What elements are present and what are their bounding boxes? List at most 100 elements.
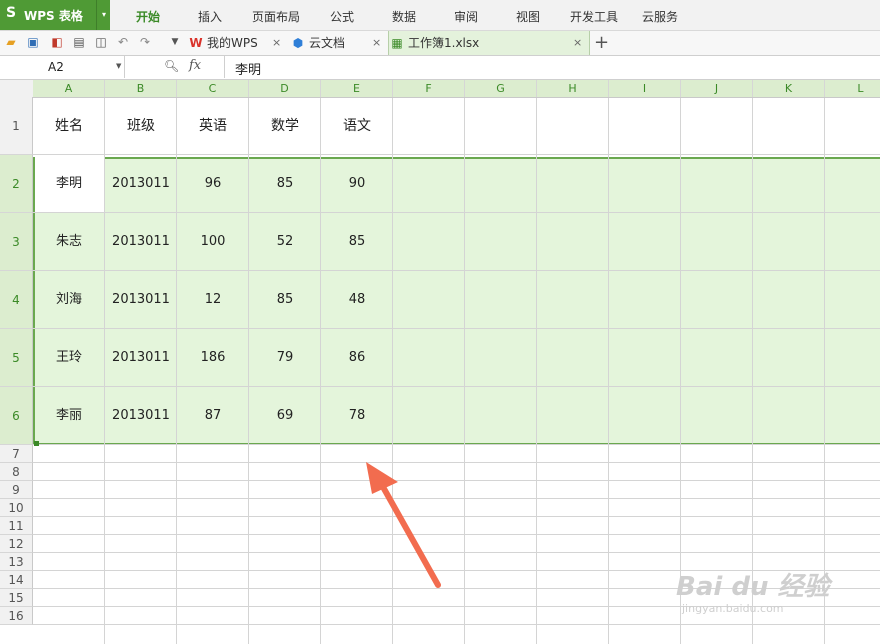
formula-input[interactable]: 李明	[224, 56, 880, 78]
zoom-icon[interactable]: 🔍︎	[164, 59, 179, 73]
header-cell-name[interactable]: 姓名	[33, 97, 105, 155]
cell-class[interactable]: 2013011	[105, 329, 177, 387]
cell-name[interactable]: 刘海	[33, 271, 105, 329]
tab-my-wps[interactable]: W 我的WPS ×	[188, 31, 286, 55]
cell-name[interactable]: 王玲	[33, 329, 105, 387]
row-header-1[interactable]: 1	[0, 97, 33, 155]
column-gridline	[680, 97, 681, 644]
print-icon[interactable]: ▤	[72, 35, 86, 49]
more-dropdown-icon[interactable]: ▼	[168, 35, 182, 49]
cell-math[interactable]: 52	[249, 213, 321, 271]
column-gridline	[464, 97, 465, 644]
row-header-2[interactable]: 2	[0, 155, 33, 213]
column-header-h[interactable]: H	[537, 80, 609, 97]
menu-view[interactable]: 视图	[516, 8, 540, 25]
row-header-12[interactable]: 12	[0, 535, 33, 553]
row-header-3[interactable]: 3	[0, 213, 33, 271]
row-header-10[interactable]: 10	[0, 499, 33, 517]
column-header-d[interactable]: D	[249, 80, 321, 97]
cell-name[interactable]: 李明	[33, 155, 105, 213]
cell-class[interactable]: 2013011	[105, 387, 177, 445]
header-cell-chinese[interactable]: 语文	[321, 97, 393, 155]
cell-name[interactable]: 朱志	[33, 213, 105, 271]
function-icon[interactable]: fx	[189, 58, 201, 73]
workbook-icon: ▦	[391, 36, 403, 50]
quick-toolbar: ▰ ▣ ◧ ▤ ◫ ↶ ↷ ▼ W 我的WPS × ⬢ 云文档 × ▦ 工作簿1.xl…	[0, 31, 880, 56]
fill-handle[interactable]	[34, 441, 39, 446]
close-icon[interactable]: ×	[372, 31, 381, 55]
tab-cloud-doc[interactable]: ⬢ 云文档 ×	[290, 31, 386, 55]
cell-english[interactable]: 100	[177, 213, 249, 271]
export-pdf-icon[interactable]: ◧	[50, 35, 64, 49]
cell-chinese[interactable]: 90	[321, 155, 393, 213]
column-header-g[interactable]: G	[465, 80, 537, 97]
save-icon[interactable]: ▣	[26, 35, 40, 49]
open-folder-icon[interactable]: ▰	[4, 35, 18, 49]
column-header-c[interactable]: C	[177, 80, 249, 97]
cell-english[interactable]: 12	[177, 271, 249, 329]
column-header-k[interactable]: K	[753, 80, 825, 97]
column-header-a[interactable]: A	[33, 80, 105, 97]
cell-math[interactable]: 69	[249, 387, 321, 445]
redo-icon[interactable]: ↷	[138, 35, 152, 49]
cell-english[interactable]: 87	[177, 387, 249, 445]
menu-cloud-service[interactable]: 云服务	[642, 8, 678, 25]
row-header-6[interactable]: 6	[0, 387, 33, 445]
cell-class[interactable]: 2013011	[105, 271, 177, 329]
menu-page-layout[interactable]: 页面布局	[252, 8, 300, 25]
column-gridline	[752, 97, 753, 644]
formula-value: 李明	[235, 63, 262, 78]
cell-reference: A2	[48, 60, 64, 74]
chevron-down-icon[interactable]: ▼	[116, 62, 121, 70]
cell-class[interactable]: 2013011	[105, 155, 177, 213]
row-header-16[interactable]: 16	[0, 607, 33, 625]
row-header-13[interactable]: 13	[0, 553, 33, 571]
cell-chinese[interactable]: 85	[321, 213, 393, 271]
chevron-down-icon[interactable]: ▾	[96, 0, 111, 30]
column-header-e[interactable]: E	[321, 80, 393, 97]
cell-math[interactable]: 85	[249, 155, 321, 213]
app-menu-button[interactable]: S WPS 表格 ▾	[0, 0, 110, 30]
tab-workbook[interactable]: ▦ 工作簿1.xlsx ×	[388, 31, 590, 55]
cell-math[interactable]: 79	[249, 329, 321, 387]
column-header-l[interactable]: L	[825, 80, 880, 97]
menu-developer[interactable]: 开发工具	[570, 8, 618, 25]
menu-review[interactable]: 审阅	[454, 8, 478, 25]
column-header-b[interactable]: B	[105, 80, 177, 97]
undo-icon[interactable]: ↶	[116, 35, 130, 49]
column-header-j[interactable]: J	[681, 80, 753, 97]
menu-formulas[interactable]: 公式	[330, 8, 354, 25]
row-header-11[interactable]: 11	[0, 517, 33, 535]
cell-chinese[interactable]: 78	[321, 387, 393, 445]
cell-name[interactable]: 李丽	[33, 387, 105, 445]
menu-home[interactable]: 开始	[136, 8, 160, 25]
column-header-f[interactable]: F	[393, 80, 465, 97]
header-cell-english[interactable]: 英语	[177, 97, 249, 155]
menu-data[interactable]: 数据	[392, 8, 416, 25]
close-icon[interactable]: ×	[573, 31, 582, 55]
name-box[interactable]: A2 ▼	[0, 56, 125, 78]
print-preview-icon[interactable]: ◫	[94, 35, 108, 49]
menu-bar: S WPS 表格 ▾ 开始 插入 页面布局 公式 数据 审阅 视图 开发工具 云…	[0, 0, 880, 31]
row-header-7[interactable]: 7	[0, 445, 33, 463]
row-header-8[interactable]: 8	[0, 463, 33, 481]
menu-insert[interactable]: 插入	[198, 8, 222, 25]
tab-label: 工作簿1.xlsx	[408, 36, 480, 50]
header-cell-math[interactable]: 数学	[249, 97, 321, 155]
row-header-14[interactable]: 14	[0, 571, 33, 589]
column-header-i[interactable]: I	[609, 80, 681, 97]
cell-chinese[interactable]: 48	[321, 271, 393, 329]
select-all-corner[interactable]	[0, 80, 34, 97]
row-header-5[interactable]: 5	[0, 329, 33, 387]
cell-english[interactable]: 186	[177, 329, 249, 387]
cell-chinese[interactable]: 86	[321, 329, 393, 387]
row-header-4[interactable]: 4	[0, 271, 33, 329]
cell-class[interactable]: 2013011	[105, 213, 177, 271]
new-tab-button[interactable]: +	[594, 31, 609, 55]
close-icon[interactable]: ×	[272, 31, 281, 55]
row-header-15[interactable]: 15	[0, 589, 33, 607]
cell-english[interactable]: 96	[177, 155, 249, 213]
row-header-9[interactable]: 9	[0, 481, 33, 499]
header-cell-class[interactable]: 班级	[105, 97, 177, 155]
cell-math[interactable]: 85	[249, 271, 321, 329]
